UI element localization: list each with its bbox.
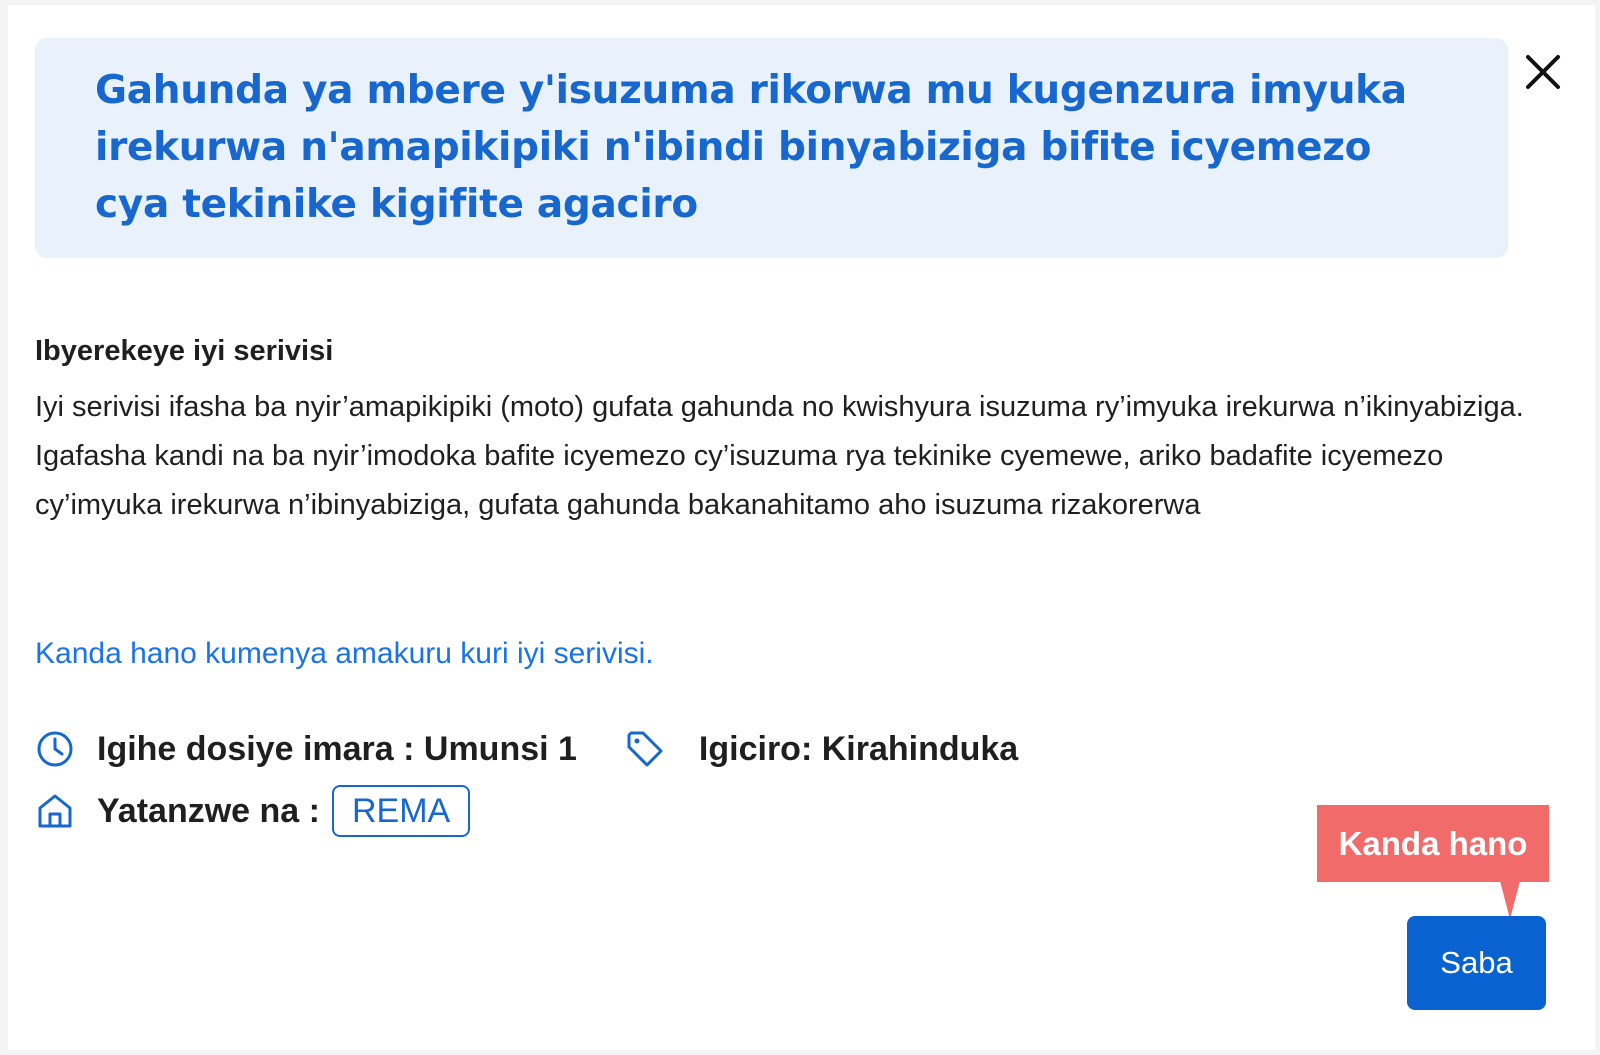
close-icon xyxy=(1526,55,1560,89)
meta-row-time-price: Igihe dosiye imara : Umunsi 1 Igiciro: K… xyxy=(35,729,1018,769)
meta-row-provider: Yatanzwe na : REMA xyxy=(35,785,471,837)
more-info-link[interactable]: Kanda hano kumenya amakuru kuri iyi seri… xyxy=(35,637,654,671)
processing-time: Igihe dosiye imara : Umunsi 1 xyxy=(97,729,577,768)
about-description: Iyi serivisi ifasha ba nyir’amapikipiki … xyxy=(35,391,1524,521)
title-banner: Gahunda ya mbere y'isuzuma rikorwa mu ku… xyxy=(35,38,1508,258)
provider-badge[interactable]: REMA xyxy=(331,785,471,837)
clock-icon xyxy=(35,729,75,769)
close-button[interactable] xyxy=(1518,47,1568,97)
price-group: Igiciro: Kirahinduka xyxy=(625,729,1018,769)
about-heading: Ibyerekeye iyi serivisi xyxy=(35,335,334,367)
apply-button[interactable]: Saba xyxy=(1407,916,1546,1010)
click-here-callout: Kanda hano xyxy=(1317,805,1549,882)
provider-label: Yatanzwe na : xyxy=(97,791,320,830)
building-icon xyxy=(35,791,75,831)
service-modal: Gahunda ya mbere y'isuzuma rikorwa mu ku… xyxy=(8,5,1595,1050)
modal-title: Gahunda ya mbere y'isuzuma rikorwa mu ku… xyxy=(95,68,1407,227)
tag-icon xyxy=(625,729,665,769)
price: Igiciro: Kirahinduka xyxy=(698,729,1019,768)
callout-pointer xyxy=(1500,881,1520,919)
